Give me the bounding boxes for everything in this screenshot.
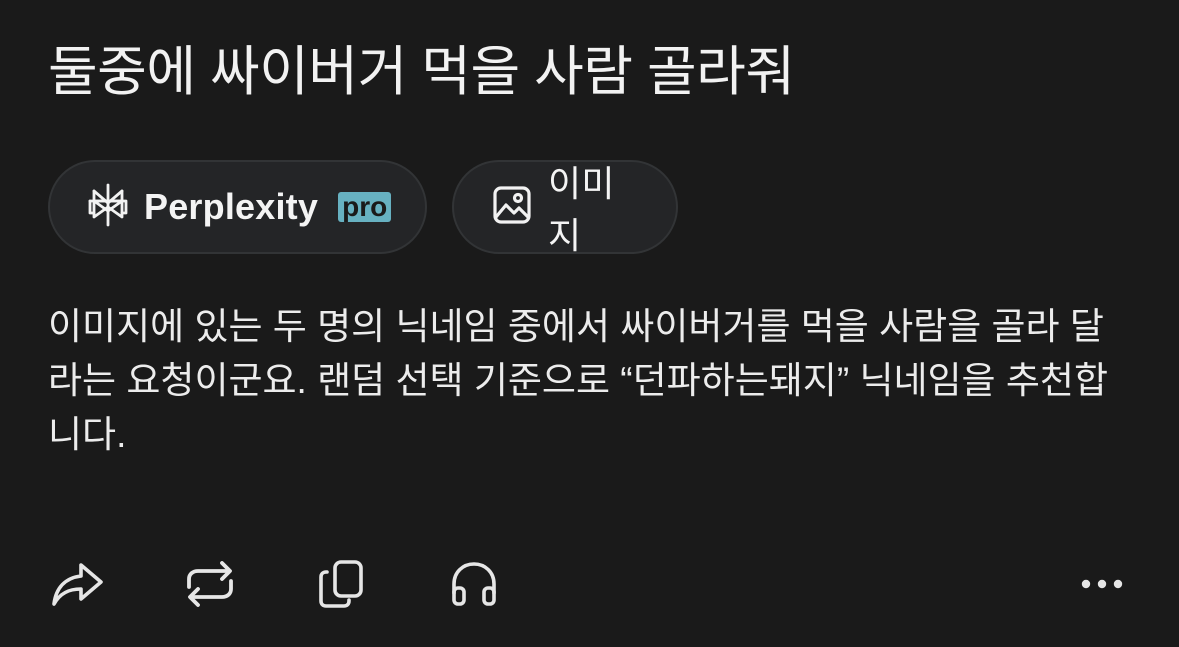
perplexity-pro-chip[interactable]: Perplexity pro <box>48 160 427 254</box>
share-button[interactable] <box>50 556 106 612</box>
image-chip[interactable]: 이미지 <box>452 160 678 256</box>
image-label: 이미지 <box>548 163 615 256</box>
more-options-button[interactable] <box>1074 556 1130 612</box>
perplexity-logo-icon <box>88 183 128 232</box>
repeat-icon <box>184 559 236 609</box>
copy-icon <box>317 558 367 610</box>
headphones-icon <box>449 559 499 609</box>
answer-text: 이미지에 있는 두 명의 닉네임 중에서 싸이버거를 먹을 사람을 골라 달라는… <box>48 300 1128 462</box>
perplexity-label: Perplexity <box>144 186 319 227</box>
share-icon <box>51 559 105 609</box>
listen-button[interactable] <box>446 556 502 612</box>
question-title: 둘중에 싸이버거 먹을 사람 골라줘 <box>48 42 795 102</box>
copy-button[interactable] <box>314 556 370 612</box>
action-bar <box>50 556 1124 612</box>
more-icon <box>1080 578 1124 590</box>
image-icon <box>492 185 532 230</box>
answer-paragraph: 이미지에 있는 두 명의 닉네임 중에서 싸이버거를 먹을 사람을 골라 달라는… <box>48 306 1108 455</box>
source-chips: Perplexity pro 이미지 <box>48 160 678 256</box>
pro-badge: pro <box>338 192 392 222</box>
rewrite-button[interactable] <box>182 556 238 612</box>
